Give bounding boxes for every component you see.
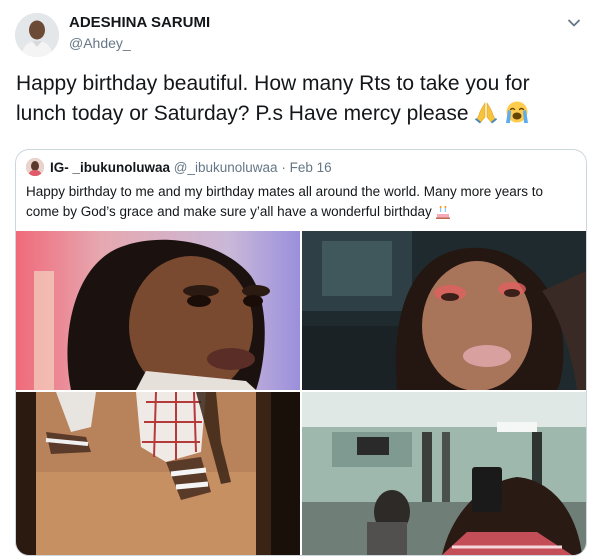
author-avatar[interactable] [15,13,59,57]
photo-grid [16,231,586,555]
author-handle[interactable]: @Ahdey_ [69,34,210,52]
tweet-author: ADESHINA SARUMI @Ahdey_ [69,13,210,52]
quoted-author-name: IG- _ibukunoluwaa [50,160,171,175]
chevron-down-icon[interactable] [566,15,582,31]
loudly-crying-face-icon [504,100,530,133]
quoted-date[interactable]: Feb 16 [290,160,332,175]
quoted-body: Happy birthday to me and my birthday mat… [26,184,543,219]
photo-selfie-2[interactable] [302,231,586,390]
quoted-tweet[interactable]: IG- _ibukunoluwaa @_ibukunoluwaa · Feb 1… [15,149,587,556]
author-name[interactable]: ADESHINA SARUMI [69,13,210,33]
quoted-author-handle: @_ibukunoluwaa [173,160,278,175]
tweet-text: Happy birthday beautiful. How many Rts t… [16,69,576,133]
folded-hands-icon [474,100,498,133]
birthday-cake-icon [435,204,451,226]
photo-feet[interactable] [16,392,300,555]
quoted-separator: · [281,160,286,175]
quoted-tweet-header: IG- _ibukunoluwaa @_ibukunoluwaa · Feb 1… [26,158,332,177]
tweet-body: Happy birthday beautiful. How many Rts t… [16,72,530,125]
quoted-author-avatar[interactable] [26,158,44,176]
photo-selfie-1[interactable] [16,231,300,390]
photo-gym-selfie[interactable] [302,392,586,555]
quoted-tweet-text: Happy birthday to me and my birthday mat… [26,182,571,226]
